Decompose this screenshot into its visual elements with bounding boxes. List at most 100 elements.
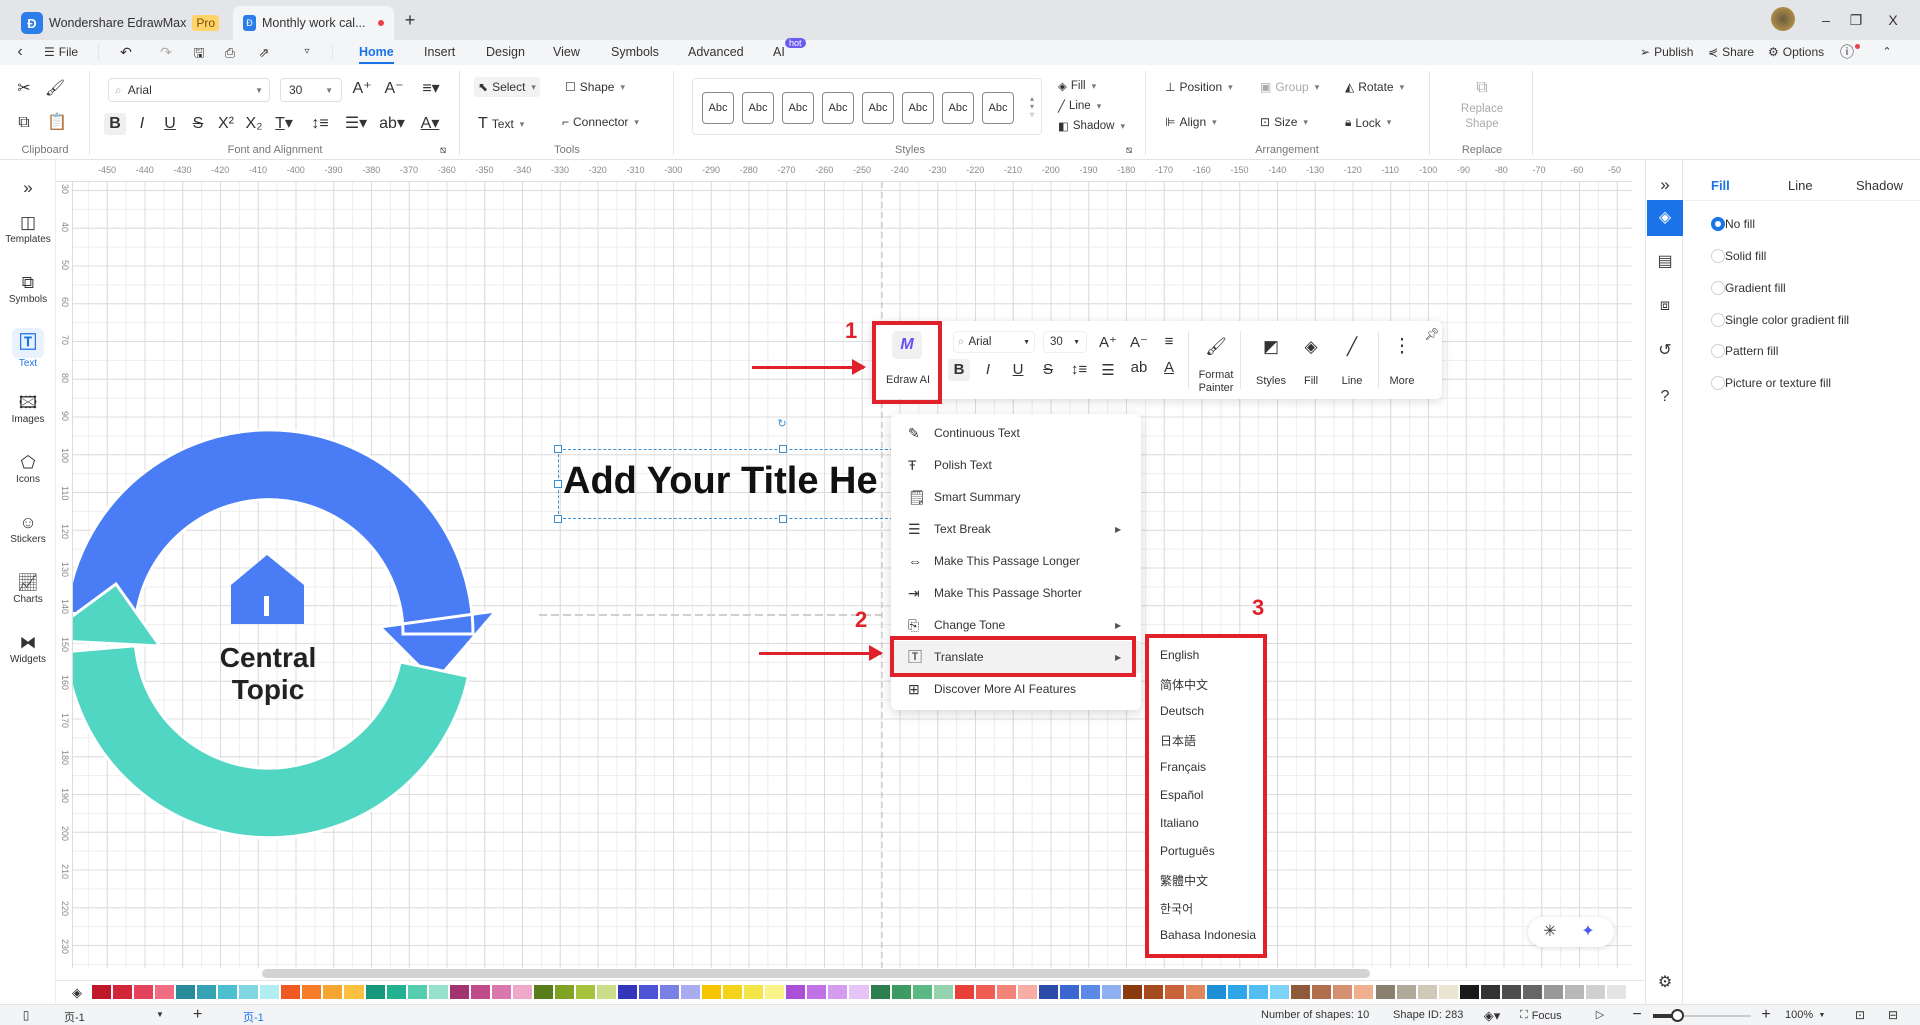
more-icon[interactable]: ⋮ xyxy=(1393,335,1412,358)
page-properties-icon[interactable]: ▤ xyxy=(1655,252,1675,272)
close-button[interactable]: X xyxy=(1883,10,1903,30)
minimize-button[interactable]: – xyxy=(1816,10,1836,30)
highlight-icon[interactable]: ab▾ xyxy=(379,113,405,135)
color-swatch[interactable] xyxy=(618,985,638,999)
color-swatch[interactable] xyxy=(1080,985,1100,999)
color-swatch[interactable] xyxy=(176,985,196,999)
subscript-icon[interactable]: X₂ xyxy=(244,113,264,135)
canvas[interactable]: Central Topic Add Your Title He ↻ ✳ ✦ xyxy=(73,182,1632,968)
menu-item-continuous-text[interactable]: ✎ Continuous Text xyxy=(891,417,1141,449)
fill-icon[interactable]: ◈ xyxy=(1304,337,1317,357)
color-swatch[interactable] xyxy=(1249,985,1269,999)
color-swatch[interactable] xyxy=(786,985,806,999)
font-size-select[interactable]: 30 ▼ xyxy=(1043,331,1087,353)
color-swatch[interactable] xyxy=(1501,985,1521,999)
radio-pattern-fill[interactable] xyxy=(1711,344,1725,358)
color-swatch[interactable] xyxy=(1059,985,1079,999)
tab-line[interactable]: Line xyxy=(1788,178,1813,193)
file-menu[interactable]: ☰ File xyxy=(44,45,78,59)
horizontal-scrollbar[interactable] xyxy=(262,969,1370,978)
color-swatch[interactable] xyxy=(1438,985,1458,999)
underline-icon[interactable]: U xyxy=(1013,361,1024,378)
zoom-slider-thumb[interactable] xyxy=(1671,1009,1684,1022)
help-icon[interactable]: ? xyxy=(1655,387,1675,407)
color-swatch[interactable] xyxy=(1165,985,1185,999)
color-swatch[interactable] xyxy=(596,985,617,999)
text-tool[interactable]: T Text xyxy=(478,115,524,133)
export-icon[interactable]: ⇗ xyxy=(255,43,273,61)
color-swatch[interactable] xyxy=(260,985,280,999)
color-swatch[interactable] xyxy=(1480,985,1500,999)
strikethrough-icon[interactable]: S xyxy=(188,113,208,135)
sidebar-item-symbols[interactable]: ⧉ Symbols xyxy=(0,272,56,305)
color-swatch[interactable] xyxy=(1186,985,1206,999)
menu-item-make-shorter[interactable]: ⇥ Make This Passage Shorter xyxy=(891,577,1141,609)
color-swatch[interactable] xyxy=(1228,985,1248,999)
line-button[interactable]: Line xyxy=(1342,375,1363,388)
color-swatch[interactable] xyxy=(954,985,974,999)
color-swatch[interactable] xyxy=(1606,985,1626,999)
title-text-box[interactable]: Add Your Title He xyxy=(558,449,898,519)
color-swatch[interactable] xyxy=(449,985,469,999)
settings-icon[interactable]: ⚙ xyxy=(1655,973,1675,993)
color-swatch[interactable] xyxy=(744,985,764,999)
color-swatch[interactable] xyxy=(1354,985,1374,999)
color-swatch[interactable] xyxy=(870,985,890,999)
highlight-icon[interactable]: ab xyxy=(1131,359,1148,376)
resize-handle[interactable] xyxy=(554,515,562,523)
color-swatch[interactable] xyxy=(113,985,133,999)
color-swatch[interactable] xyxy=(365,985,385,999)
chevron-down-icon[interactable]: ▼ xyxy=(154,1009,166,1021)
format-painter-icon[interactable]: 🖌 xyxy=(1205,337,1227,357)
color-swatch[interactable] xyxy=(470,985,490,999)
more-button[interactable]: More xyxy=(1389,375,1414,388)
style-swatch[interactable]: Abc xyxy=(822,92,854,124)
increase-font-icon[interactable]: A⁺ xyxy=(1099,333,1117,351)
color-swatch[interactable] xyxy=(828,985,848,999)
radio-no-fill[interactable] xyxy=(1711,217,1725,231)
page-tab-active[interactable]: 页-1 xyxy=(243,1009,264,1025)
superscript-icon[interactable]: X² xyxy=(216,113,236,135)
radio-picture-fill[interactable] xyxy=(1711,376,1725,390)
font-size-select[interactable]: 30 ▼ xyxy=(280,78,342,102)
color-swatch[interactable] xyxy=(323,985,343,999)
color-swatch[interactable] xyxy=(1585,985,1605,999)
app-tab[interactable]: Đ Wondershare EdrawMax Pro xyxy=(17,6,233,40)
page-select[interactable]: 页-1 xyxy=(64,1009,85,1025)
sidebar-item-charts[interactable]: 📈︎ Charts xyxy=(0,572,56,605)
resize-handle[interactable] xyxy=(779,445,787,453)
format-painter-button[interactable]: Format Painter xyxy=(1191,369,1241,395)
sidebar-item-images[interactable]: 🖾 Images xyxy=(0,392,56,425)
style-swatch[interactable]: Abc xyxy=(942,92,974,124)
new-tab-button[interactable]: + xyxy=(400,10,420,30)
lock-button[interactable]: 🔒︎ Lock xyxy=(1345,115,1391,130)
line-button[interactable]: ╱ Line xyxy=(1058,99,1101,113)
document-tab[interactable]: Đ Monthly work cal... xyxy=(233,6,394,40)
cycle-diagram[interactable] xyxy=(73,182,1559,968)
presentation-icon[interactable]: ⧈ xyxy=(1655,296,1675,316)
color-swatch[interactable] xyxy=(407,985,427,999)
bullet-list-icon[interactable]: ☰ xyxy=(1101,361,1114,379)
radio-single-color-gradient-fill[interactable] xyxy=(1711,313,1725,327)
style-swatch[interactable]: Abc xyxy=(862,92,894,124)
color-swatch[interactable] xyxy=(92,985,112,999)
redo-icon[interactable]: ↷ xyxy=(156,43,176,61)
rotate-handle-icon[interactable]: ↻ xyxy=(776,418,788,430)
copy-icon[interactable]: ⧉ xyxy=(14,113,34,133)
bullet-list-icon[interactable]: ☰▾ xyxy=(344,113,368,135)
color-swatch[interactable] xyxy=(1396,985,1416,999)
radio-gradient-fill[interactable] xyxy=(1711,281,1725,295)
color-swatch[interactable] xyxy=(1564,985,1584,999)
zoom-slider[interactable] xyxy=(1653,1009,1751,1022)
color-swatch[interactable] xyxy=(575,985,595,999)
styles-button[interactable]: Styles xyxy=(1256,375,1286,388)
italic-icon[interactable]: I xyxy=(986,361,990,378)
font-color-icon[interactable]: A xyxy=(1164,359,1174,376)
layers-icon[interactable]: ◈▾ xyxy=(1482,1007,1502,1023)
tab-fill[interactable]: Fill xyxy=(1711,178,1730,193)
menu-item-discover-more[interactable]: ⊞ Discover More AI Features xyxy=(891,673,1141,705)
color-swatch[interactable] xyxy=(1522,985,1542,999)
dialog-launcher-icon[interactable]: ⧅ xyxy=(1123,145,1135,157)
decrease-font-icon[interactable]: A⁻ xyxy=(1130,333,1148,351)
play-icon[interactable]: ▷ xyxy=(1592,1007,1608,1023)
